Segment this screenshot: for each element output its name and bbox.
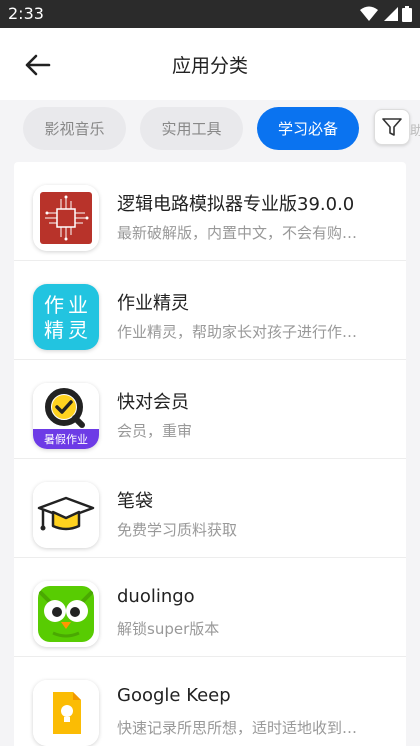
duolingo-owl-icon xyxy=(33,581,99,647)
status-time: 2:33 xyxy=(8,4,44,23)
app-description: 会员，重审 xyxy=(117,422,193,440)
list-item[interactable]: 逻辑电路模拟器专业版39.0.0 最新破解版，内置中文，不会有购… xyxy=(14,162,406,261)
app-name: 笔袋 xyxy=(117,491,153,512)
wifi-icon xyxy=(360,6,378,21)
app-name: 作业精灵 xyxy=(117,293,189,314)
status-bar: 2:33 xyxy=(0,0,420,28)
tab-film-music[interactable]: 影视音乐 xyxy=(23,107,126,150)
circuit-icon xyxy=(33,185,99,251)
app-description: 快速记录所思所想，适时适地收到… xyxy=(117,719,358,737)
app-name: Google Keep xyxy=(117,685,231,706)
zuoye-icon: 作 业 精 灵 xyxy=(33,284,99,350)
app-name: duolingo xyxy=(117,586,195,607)
app-name: 逻辑电路模拟器专业版39.0.0 xyxy=(117,194,355,215)
app-description: 免费学习质料获取 xyxy=(117,521,238,539)
app-description: 解锁super版本 xyxy=(117,620,220,638)
filter-button[interactable] xyxy=(374,109,410,145)
signal-icon xyxy=(384,7,398,21)
category-tabs: 影视音乐 实用工具 学习必备 助 xyxy=(0,100,420,162)
tab-utilities[interactable]: 实用工具 xyxy=(140,107,243,150)
app-list: 逻辑电路模拟器专业版39.0.0 最新破解版，内置中文，不会有购… 作 业 精 … xyxy=(14,162,406,746)
app-description: 最新破解版，内置中文，不会有购… xyxy=(117,224,358,242)
app-name: 快对会员 xyxy=(117,392,189,413)
tab-overflow[interactable]: 助 xyxy=(410,120,420,139)
filter-icon xyxy=(382,118,402,136)
list-item[interactable]: 作 业 精 灵 作业精灵 作业精灵，帮助家长对孩子进行作… xyxy=(14,261,406,360)
status-icons xyxy=(360,6,412,22)
app-header: 应用分类 xyxy=(0,28,420,100)
list-item[interactable]: Google Keep 快速记录所思所想，适时适地收到… xyxy=(14,657,406,746)
app-description: 作业精灵，帮助家长对孩子进行作… xyxy=(117,323,358,341)
google-keep-icon xyxy=(33,680,99,746)
kuaidui-icon: 暑假作业 xyxy=(33,383,99,449)
tab-study[interactable]: 学习必备 xyxy=(257,107,359,150)
list-item[interactable]: duolingo 解锁super版本 xyxy=(14,558,406,657)
graduation-cap-icon xyxy=(33,482,99,548)
battery-icon xyxy=(402,6,412,22)
list-item[interactable]: 笔袋 免费学习质料获取 xyxy=(14,459,406,558)
page-title: 应用分类 xyxy=(171,55,248,77)
list-item[interactable]: 暑假作业 快对会员 会员，重审 xyxy=(14,360,406,459)
